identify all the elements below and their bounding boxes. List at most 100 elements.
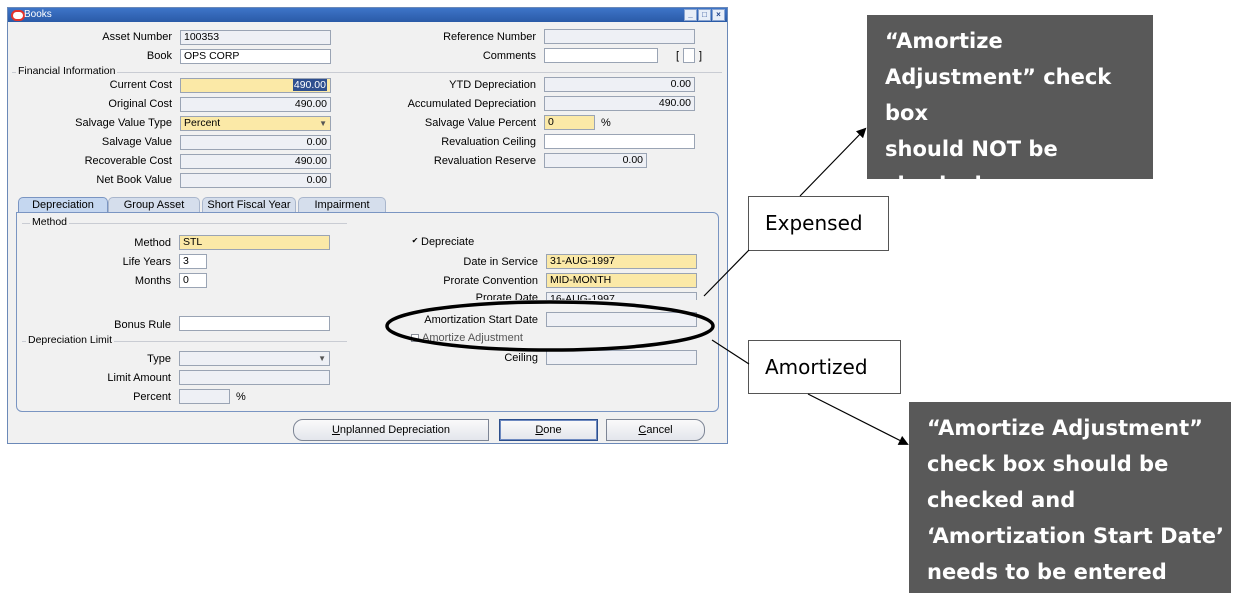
bottom-callout-line: “Amortize Adjustment” [927, 416, 1203, 440]
method-section-title: Method [30, 216, 70, 228]
date-in-service-field[interactable]: 31-AUG-1997 [546, 254, 697, 269]
amortize-adjustment-checkbox[interactable] [411, 334, 419, 342]
months-label: Months [134, 275, 171, 287]
financial-section-title: Financial Information [16, 65, 118, 77]
limit-section-title: Depreciation Limit [26, 334, 115, 346]
limit-type-select[interactable]: ▼ [179, 351, 330, 366]
revaluation-reserve-label: Revaluation Reserve [433, 155, 536, 167]
prorate-convention-field[interactable]: MID-MONTH [546, 273, 697, 288]
prorate-date-row: Prorate Date 16-AUG-1997 [408, 292, 708, 300]
amortize-adjustment-label: Amortize Adjustment [422, 332, 523, 344]
minimize-icon[interactable]: _ [684, 9, 697, 21]
limit-percent-label: Percent [133, 391, 171, 403]
limit-percent-field[interactable] [179, 389, 230, 404]
asset-number-field[interactable]: 100353 [180, 30, 331, 45]
net-book-value-field[interactable]: 0.00 [180, 173, 331, 188]
amortization-start-date-field[interactable] [546, 312, 697, 327]
cancel-label: ancel [646, 424, 673, 436]
comments-label: Comments [482, 50, 536, 62]
books-window: Books _ □ × Asset Number 100353 Book OPS… [7, 7, 728, 444]
tab-depreciation[interactable]: Depreciation [18, 197, 108, 213]
window-title: Books [24, 9, 52, 20]
cancel-button[interactable]: Cancel [606, 419, 705, 441]
depreciate-checkbox[interactable]: ✔ [411, 237, 419, 245]
limit-amount-label: Limit Amount [107, 372, 171, 384]
bottom-callout-line: needs to be entered [927, 560, 1167, 584]
unplanned-depreciation-button[interactable]: Unplanned Depreciation [293, 419, 489, 441]
bracket-open: [ [676, 50, 680, 62]
revaluation-ceiling-field[interactable] [544, 134, 695, 149]
ceiling-field[interactable] [546, 350, 697, 365]
chevron-down-icon: ▼ [318, 354, 326, 363]
descriptive-flexfield[interactable] [683, 48, 695, 63]
tab-short-fiscal-year[interactable]: Short Fiscal Year [202, 197, 296, 213]
salvage-percent-sign: % [601, 117, 611, 129]
tab-impairment[interactable]: Impairment [298, 197, 386, 213]
recoverable-cost-label: Recoverable Cost [84, 155, 172, 167]
window-titlebar[interactable]: Books _ □ × [8, 8, 727, 22]
done-label: one [543, 424, 562, 436]
salvage-value-percent-label: Salvage Value Percent [424, 117, 536, 129]
prorate-date-label: Prorate Date [475, 292, 538, 300]
revaluation-reserve-field[interactable]: 0.00 [544, 153, 647, 168]
depreciate-label: Depreciate [421, 236, 475, 248]
method-label: Method [134, 237, 171, 249]
recoverable-cost-field[interactable]: 490.00 [180, 154, 331, 169]
method-field[interactable]: STL [179, 235, 330, 250]
book-label: Book [146, 50, 172, 62]
accumulated-depreciation-label: Accumulated Depreciation [407, 98, 536, 110]
salvage-value-field[interactable]: 0.00 [180, 135, 331, 150]
current-cost-field[interactable]: 490.00 [180, 78, 331, 93]
salvage-value-type-value: Percent [184, 117, 221, 129]
unplanned-label: nplanned Depreciation [339, 424, 451, 436]
close-icon[interactable]: × [712, 9, 725, 21]
bottom-callout-line: checked and [927, 488, 1076, 512]
bottom-callout-line: check box should be [927, 452, 1169, 476]
chevron-down-icon: ▼ [319, 119, 327, 128]
ytd-depreciation-field[interactable]: 0.00 [544, 77, 695, 92]
prorate-convention-label: Prorate Convention [443, 275, 538, 287]
current-cost-value: 490.00 [292, 79, 327, 91]
amortized-label: Amortized [748, 340, 901, 394]
salvage-value-label: Salvage Value [101, 136, 172, 148]
revaluation-ceiling-label: Revaluation Ceiling [441, 136, 536, 148]
original-cost-field[interactable]: 490.00 [180, 97, 331, 112]
salvage-value-percent-field[interactable]: 0 [544, 115, 595, 130]
top-callout-line: should NOT be [885, 137, 1058, 161]
limit-amount-field[interactable] [179, 370, 330, 385]
comments-field[interactable] [544, 48, 658, 63]
salvage-value-type-select[interactable]: Percent ▼ [180, 116, 331, 131]
done-button[interactable]: Done [499, 419, 598, 441]
maximize-icon[interactable]: □ [698, 9, 711, 21]
original-cost-label: Original Cost [108, 98, 172, 110]
months-field[interactable]: 0 [179, 273, 207, 288]
expensed-label: Expensed [748, 196, 889, 251]
bonus-rule-field[interactable] [179, 316, 330, 331]
top-callout-line: checked [885, 173, 982, 197]
life-years-field[interactable]: 3 [179, 254, 207, 269]
reference-number-field[interactable] [544, 29, 695, 44]
current-cost-label: Current Cost [109, 79, 172, 91]
ceiling-label: Ceiling [504, 352, 538, 364]
top-callout-line: “Amortize [885, 29, 1003, 53]
limit-percent-sign: % [236, 391, 246, 403]
salvage-value-type-label: Salvage Value Type [75, 117, 172, 129]
asset-number-label: Asset Number [102, 31, 172, 43]
must-check-callout: “Amortize Adjustment” check box should b… [909, 402, 1231, 593]
oracle-logo-icon [11, 10, 25, 21]
prorate-date-field[interactable]: 16-AUG-1997 [546, 292, 697, 300]
bottom-callout-line: ‘Amortization Start Date’ [927, 524, 1224, 548]
amortized-arrow [807, 393, 909, 445]
bonus-rule-label: Bonus Rule [114, 319, 171, 331]
tab-group-asset[interactable]: Group Asset [108, 197, 200, 213]
date-in-service-label: Date in Service [463, 256, 538, 268]
limit-type-label: Type [147, 353, 171, 365]
unplanned-mnemonic: U [331, 424, 340, 436]
bracket-close: ] [699, 50, 703, 62]
reference-number-label: Reference Number [443, 31, 536, 43]
accumulated-depreciation-field[interactable]: 490.00 [544, 96, 695, 111]
amortization-start-date-label: Amortization Start Date [424, 314, 538, 326]
book-field[interactable]: OPS CORP [180, 49, 331, 64]
not-checked-callout: “Amortize Adjustment” check box should N… [867, 15, 1153, 197]
financial-divider [12, 72, 722, 73]
